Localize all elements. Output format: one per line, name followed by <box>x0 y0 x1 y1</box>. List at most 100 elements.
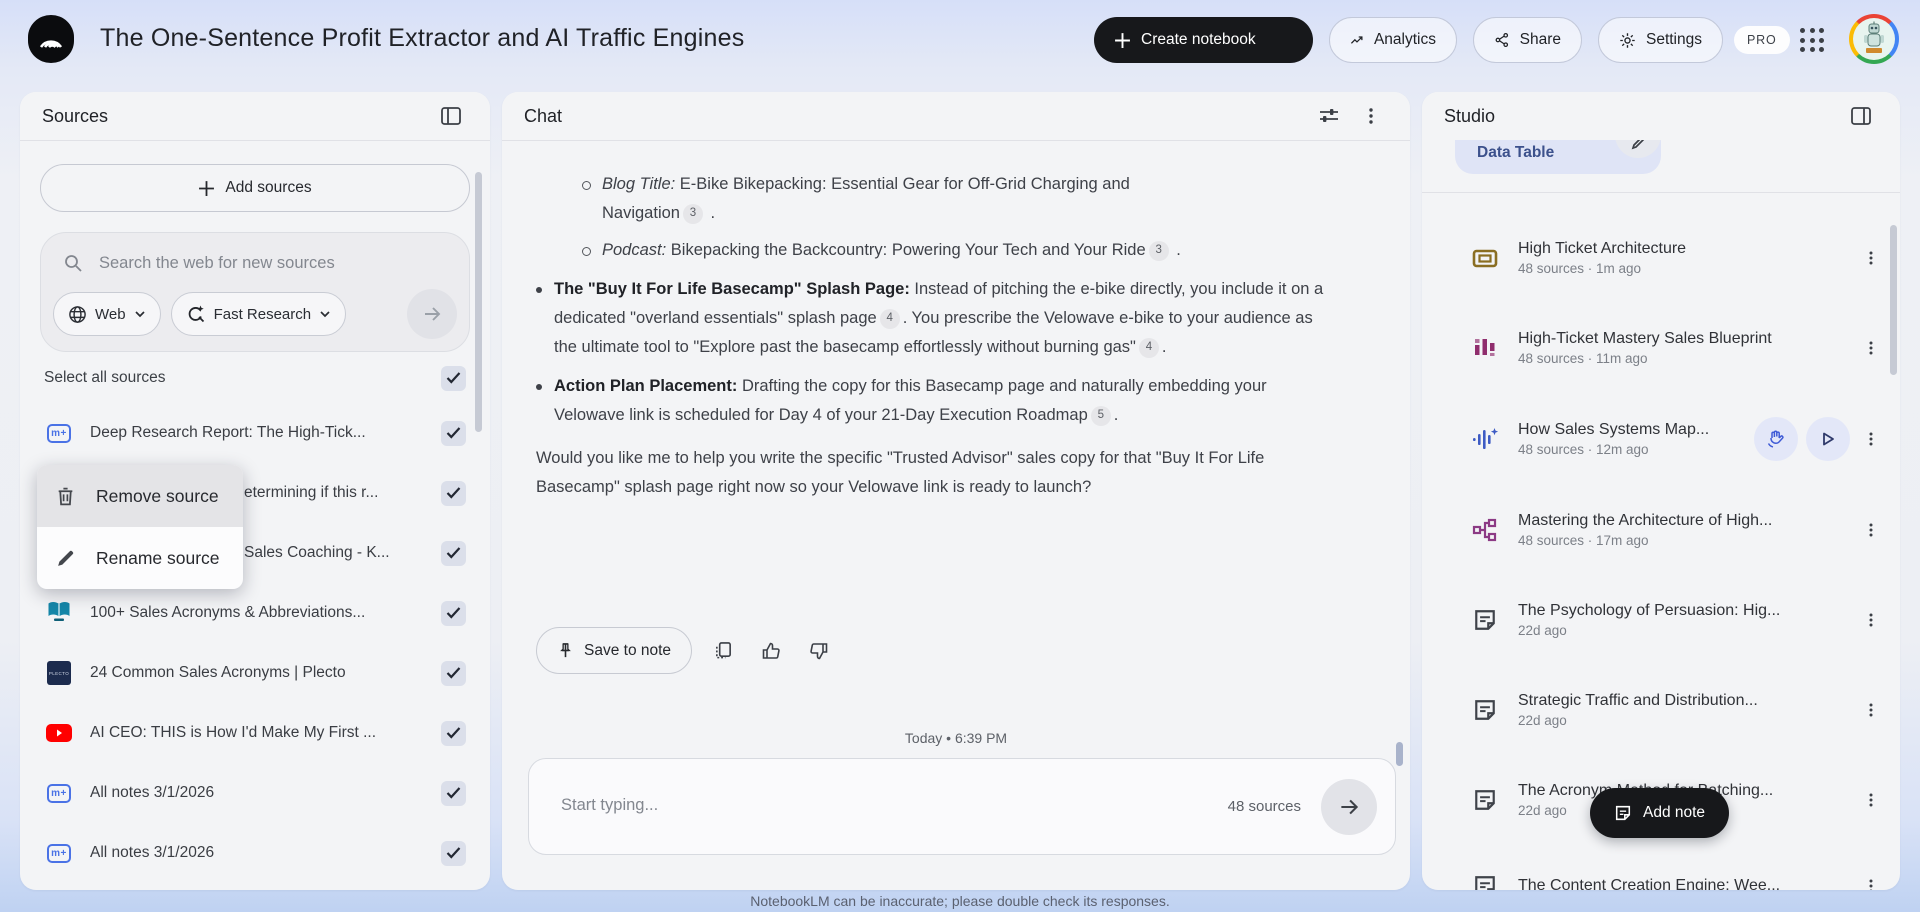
source-title: 100+ Sales Acronyms & Abbreviations... <box>90 604 366 621</box>
studio-item-row[interactable]: Mastering the Architecture of High... 48 … <box>1448 502 1886 558</box>
play-audio-button[interactable] <box>1806 417 1850 461</box>
notebooklm-logo-icon[interactable] <box>28 15 74 63</box>
citation-chip[interactable]: 3 <box>682 203 703 224</box>
arrow-right-icon <box>1341 799 1359 814</box>
citation-chip[interactable]: 3 <box>1148 240 1169 261</box>
sources-panel-title: Sources <box>42 105 109 126</box>
citation-chip[interactable]: 4 <box>879 308 900 329</box>
source-row[interactable]: m+ All notes 3/1/2026 <box>44 769 466 817</box>
source-title: AI CEO: THIS is How I'd Make My First ..… <box>90 724 377 741</box>
notebooklm-notes-icon: m+ <box>47 423 71 443</box>
source-row[interactable]: m+ Deep Research Report: The High-Tick... <box>44 409 466 457</box>
source-checkbox[interactable] <box>441 840 466 866</box>
run-search-button[interactable] <box>407 289 457 339</box>
thumbs-up-icon[interactable] <box>754 634 788 668</box>
chat-timestamp: Today • 6:39 PM <box>904 730 1008 746</box>
remove-source-menu-item[interactable]: Remove source <box>37 465 243 527</box>
source-row[interactable]: 100+ Sales Acronyms & Abbreviations... <box>44 589 466 637</box>
search-input[interactable]: Search the web for new sources <box>99 254 335 273</box>
send-message-button[interactable] <box>1321 778 1377 835</box>
web-filter-dropdown[interactable]: Web <box>53 292 161 336</box>
chat-panel-title: Chat <box>524 105 563 126</box>
web-search-card: Search the web for new sources Web Fast … <box>40 232 470 352</box>
source-title: All notes 3/1/2026 <box>90 784 215 801</box>
account-avatar[interactable] <box>1849 14 1899 64</box>
research-mode-dropdown[interactable]: Fast Research <box>170 292 347 336</box>
mindmap-icon <box>1470 517 1500 543</box>
source-row[interactable]: m+ All notes 3/1/2026 <box>44 829 466 877</box>
collapse-studio-panel-icon[interactable] <box>1844 99 1878 133</box>
chat-panel: Chat Blog Title: E-Bike Bikepacking: Ess… <box>502 92 1410 890</box>
studio-item-row[interactable]: Strategic Traffic and Distribution... 22d… <box>1448 682 1886 738</box>
chat-settings-tune-icon[interactable] <box>1312 99 1346 133</box>
note-icon <box>1470 698 1500 722</box>
add-sources-button[interactable]: Add sources <box>40 164 470 212</box>
studio-item-row[interactable]: High Ticket Architecture 48 sources · 1m … <box>1448 230 1886 286</box>
chat-more-menu-icon[interactable] <box>1354 99 1388 133</box>
source-checkbox[interactable] <box>441 540 466 566</box>
google-apps-grid-icon[interactable] <box>1800 28 1826 54</box>
chat-input-placeholder: Start typing... <box>561 796 659 814</box>
select-all-checkbox[interactable] <box>441 365 466 391</box>
chat-input-box[interactable]: Start typing... 48 sources <box>528 758 1396 855</box>
waving-hand-icon <box>1767 430 1784 448</box>
citation-chip[interactable]: 4 <box>1138 337 1159 358</box>
rename-source-menu-item[interactable]: Rename source <box>37 527 243 589</box>
trash-icon <box>58 487 73 505</box>
studio-item-more-icon[interactable] <box>1856 690 1886 730</box>
chat-scrollbar[interactable] <box>1396 742 1403 766</box>
studio-item-more-icon[interactable] <box>1856 600 1886 640</box>
studio-item-more-icon[interactable] <box>1856 510 1886 550</box>
plecto-favicon: PLECTO <box>47 661 71 685</box>
chat-sub-bullet: Blog Title: E-Bike Bikepacking: Essentia… <box>582 170 1182 228</box>
chat-closing-paragraph: Would you like me to help you write the … <box>536 449 1265 496</box>
share-button[interactable]: Share <box>1473 17 1582 63</box>
studio-item-row[interactable]: How Sales Systems Map... 48 sources · 12m… <box>1448 411 1886 467</box>
plus-icon <box>199 180 215 196</box>
citation-chip[interactable]: 5 <box>1090 405 1111 426</box>
studio-item-more-icon[interactable] <box>1856 328 1886 368</box>
arrow-right-icon <box>425 307 441 321</box>
copy-icon[interactable] <box>706 634 740 668</box>
robot-avatar-image <box>1853 18 1895 60</box>
gear-icon <box>1620 32 1635 48</box>
studio-item-more-icon[interactable] <box>1856 419 1886 459</box>
source-row[interactable]: AI CEO: THIS is How I'd Make My First ..… <box>44 709 466 757</box>
studio-item-row[interactable]: The Psychology of Persuasion: Hig... 22d … <box>1448 592 1886 648</box>
studio-item-row[interactable]: High-Ticket Mastery Sales Blueprint 48 so… <box>1448 320 1886 376</box>
source-checkbox[interactable] <box>441 780 466 806</box>
globe-icon <box>69 305 86 323</box>
studio-item-more-icon[interactable] <box>1856 780 1886 820</box>
collapse-sources-panel-icon[interactable] <box>434 99 468 133</box>
interactive-mode-button[interactable] <box>1754 417 1798 461</box>
source-checkbox[interactable] <box>441 480 466 506</box>
chat-bullet: The "Buy It For Life Basecamp" Splash Pa… <box>536 275 1326 362</box>
sources-scrollbar[interactable] <box>475 172 482 432</box>
source-checkbox[interactable] <box>441 420 466 446</box>
studio-item-title: High-Ticket Mastery Sales Blueprint <box>1518 330 1772 347</box>
play-icon <box>1823 432 1834 446</box>
chat-message: Blog Title: E-Bike Bikepacking: Essentia… <box>502 140 1410 660</box>
source-title: etermining if this r... <box>244 484 379 501</box>
trending-up-icon <box>1350 35 1363 44</box>
save-to-note-button[interactable]: Save to note <box>536 627 693 674</box>
source-checkbox[interactable] <box>441 600 466 626</box>
studio-item-meta: 48 sources · 12m ago <box>1518 442 1649 457</box>
studio-item-more-icon[interactable] <box>1856 866 1886 890</box>
add-note-button[interactable]: Add note <box>1590 788 1730 838</box>
thumbs-down-icon[interactable] <box>802 634 836 668</box>
notebooklm-notes-icon: m+ <box>47 783 71 803</box>
report-icon <box>1470 335 1500 361</box>
studio-item-row[interactable]: The Content Creation Engine: Wee... <box>1448 858 1886 890</box>
notebook-title[interactable]: The One-Sentence Profit Extractor and AI… <box>100 24 744 53</box>
pro-badge: PRO <box>1734 26 1790 54</box>
source-checkbox[interactable] <box>441 660 466 686</box>
analytics-button[interactable]: Analytics <box>1329 17 1457 63</box>
source-checkbox[interactable] <box>441 720 466 746</box>
settings-button[interactable]: Settings <box>1598 17 1723 63</box>
create-notebook-button[interactable]: Create notebook <box>1094 17 1313 63</box>
studio-item-more-icon[interactable] <box>1856 238 1886 278</box>
source-row[interactable]: PLECTO 24 Common Sales Acronyms | Plecto <box>44 649 466 697</box>
studio-scrollbar[interactable] <box>1890 225 1897 375</box>
studio-panel-title: Studio <box>1444 105 1496 126</box>
